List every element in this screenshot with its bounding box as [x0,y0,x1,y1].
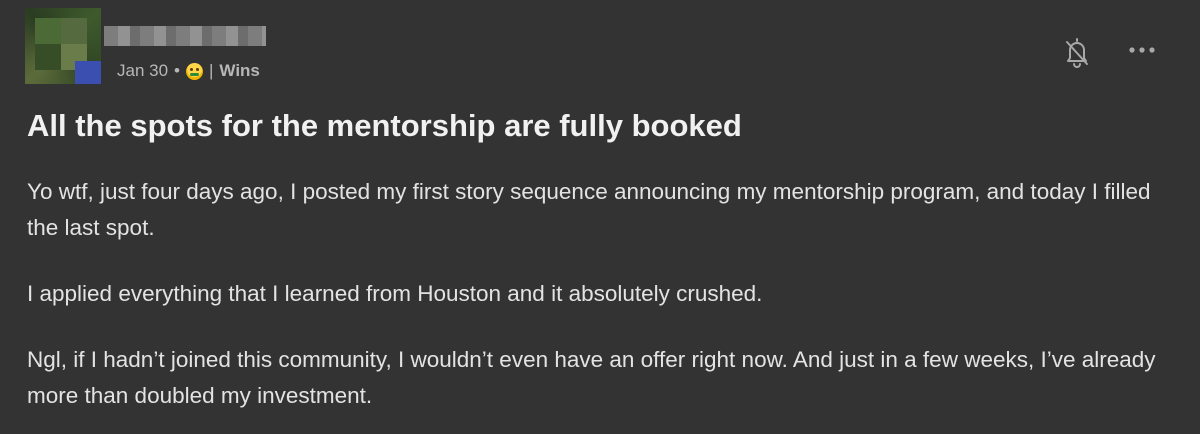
post-card: Jan 30 • | Wins All the spots for the me… [0,0,1200,434]
post-meta: Jan 30 • | Wins [117,60,260,82]
money-mouth-face-emoji-icon [186,62,203,80]
post-date: Jan 30 [117,61,169,80]
username-redacted [104,26,266,46]
post-title[interactable]: All the spots for the mentorship are ful… [27,108,742,144]
post-paragraph: Yo wtf, just four days ago, I posted my … [27,179,1151,240]
meta-separator: • [174,61,180,80]
avatar-badge [75,61,101,84]
avatar[interactable] [25,8,101,84]
post-paragraph: Ngl, if I hadn’t joined this community, … [27,347,1156,408]
more-horizontal-icon[interactable] [1128,44,1156,56]
category-divider: | [209,61,214,80]
bell-off-icon[interactable] [1064,36,1090,68]
post-category[interactable]: Wins [219,61,259,81]
post-paragraph: I applied everything that I learned from… [27,281,763,306]
